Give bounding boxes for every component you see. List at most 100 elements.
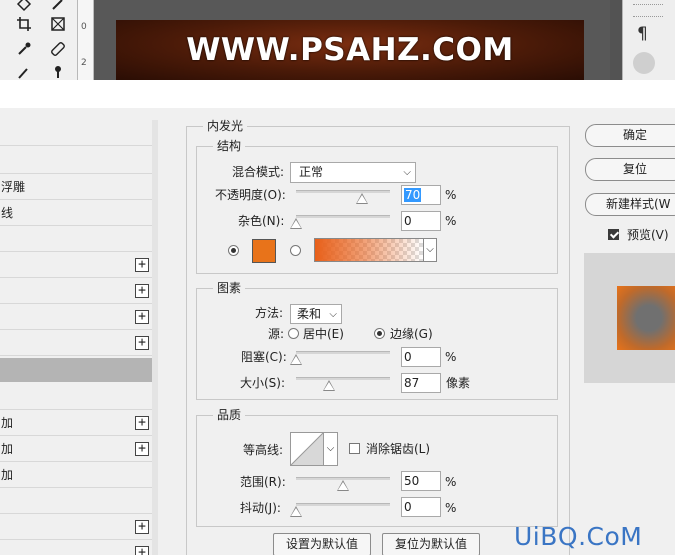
new-style-button[interactable]: 新建样式(W <box>585 193 675 216</box>
source-label: 源: <box>268 327 285 341</box>
style-row[interactable]: 加 <box>0 462 152 488</box>
reset-button[interactable]: 复位 <box>585 158 675 181</box>
paragraph-icon[interactable]: ¶ <box>637 24 648 44</box>
photoshop-workspace: 0 2 WWW.PSAHZ.COM ¶ <box>0 0 675 80</box>
style-label: 线 <box>1 206 14 220</box>
add-icon[interactable]: + <box>135 416 149 430</box>
glow-color-swatch[interactable] <box>252 239 276 263</box>
right-panel: ¶ <box>622 0 675 80</box>
noise-slider-thumb[interactable] <box>290 218 302 229</box>
range-input[interactable]: 50 <box>401 471 441 491</box>
style-row[interactable] <box>0 488 152 514</box>
stamp-icon[interactable] <box>48 62 68 80</box>
chevron-down-icon[interactable]: ⌵ <box>324 432 338 466</box>
range-slider-thumb[interactable] <box>337 480 349 491</box>
source-center-radio[interactable] <box>288 328 299 339</box>
ruler-mark: 0 <box>81 22 87 32</box>
ok-button[interactable]: 确定 <box>585 124 675 147</box>
add-icon[interactable]: + <box>135 546 149 555</box>
panel-tool-icon[interactable] <box>633 52 655 74</box>
document-canvas[interactable]: WWW.PSAHZ.COM <box>94 0 610 80</box>
choke-input[interactable]: 0 <box>401 347 441 367</box>
choke-slider-thumb[interactable] <box>290 354 302 365</box>
add-icon[interactable]: + <box>135 258 149 272</box>
preview-swatch <box>617 286 675 350</box>
style-row[interactable] <box>0 226 152 252</box>
add-icon[interactable]: + <box>135 336 149 350</box>
style-row[interactable] <box>0 148 152 174</box>
separator <box>0 80 675 108</box>
size-slider-thumb[interactable] <box>322 380 335 391</box>
move-icon[interactable] <box>14 0 34 14</box>
source-edge-radio[interactable] <box>374 328 385 339</box>
preview-checkbox[interactable] <box>608 229 619 240</box>
brush-icon[interactable] <box>48 0 68 14</box>
brush-tool-icon[interactable] <box>14 62 34 80</box>
add-icon[interactable]: + <box>135 310 149 324</box>
blend-mode-select[interactable]: 正常 ⌵ <box>290 162 416 183</box>
add-icon[interactable]: + <box>135 442 149 456</box>
gradient-radio[interactable] <box>290 245 301 256</box>
style-row[interactable] <box>0 384 152 410</box>
list-scrollbar[interactable] <box>152 120 158 555</box>
noise-input[interactable]: 0 <box>401 211 441 231</box>
jitter-input[interactable]: 0 <box>401 497 441 517</box>
size-slider-track[interactable] <box>296 377 390 380</box>
size-input[interactable]: 87 <box>401 373 441 393</box>
range-unit: % <box>445 475 457 489</box>
ruler-mark: 2 <box>81 58 87 68</box>
contour-curve-icon <box>290 432 324 466</box>
size-unit: 像素 <box>446 376 471 390</box>
range-label: 范围(R): <box>240 475 286 489</box>
style-label: 加 <box>1 416 14 430</box>
style-row[interactable]: + <box>0 540 152 555</box>
style-row[interactable]: + <box>0 330 152 356</box>
style-row-stroke[interactable]: 线 <box>0 200 152 226</box>
watermark: UiBQ.CoM <box>514 522 643 551</box>
anti-alias-checkbox[interactable] <box>349 443 360 454</box>
crop-icon[interactable] <box>14 14 34 34</box>
style-row[interactable]: + <box>0 278 152 304</box>
jitter-unit: % <box>445 501 457 515</box>
panel-divider <box>633 4 663 5</box>
add-icon[interactable]: + <box>135 284 149 298</box>
style-row-selected[interactable] <box>0 358 152 382</box>
style-row-emboss[interactable]: 浮雕 <box>0 174 152 200</box>
contour-picker[interactable] <box>290 432 324 466</box>
size-label: 大小(S): <box>240 376 286 390</box>
chevron-down-icon[interactable]: ⌵ <box>424 238 437 262</box>
elements-title: 图素 <box>213 281 246 295</box>
jitter-slider-thumb[interactable] <box>290 506 302 517</box>
make-default-button[interactable]: 设置为默认值 <box>273 533 371 555</box>
quality-title: 品质 <box>213 408 246 422</box>
technique-select[interactable]: 柔和 ⌵ <box>290 304 342 324</box>
technique-value: 柔和 <box>297 307 322 321</box>
solid-color-radio[interactable] <box>228 245 239 256</box>
style-row[interactable]: 加 + <box>0 410 152 436</box>
add-icon[interactable]: + <box>135 520 149 534</box>
vertical-ruler: 0 2 <box>78 0 94 80</box>
reset-default-button[interactable]: 复位为默认值 <box>382 533 480 555</box>
healing-icon[interactable] <box>48 39 68 59</box>
style-row[interactable] <box>0 120 152 146</box>
opacity-slider-thumb[interactable] <box>355 193 368 204</box>
frame-icon[interactable] <box>48 14 68 34</box>
style-row[interactable]: + <box>0 514 152 540</box>
style-row[interactable]: + <box>0 304 152 330</box>
opacity-input[interactable]: 70 <box>401 185 441 205</box>
banner-image: WWW.PSAHZ.COM <box>116 20 584 80</box>
gradient-picker[interactable] <box>314 238 424 262</box>
technique-label: 方法: <box>255 306 284 320</box>
jitter-slider-track[interactable] <box>296 503 390 506</box>
structure-title: 结构 <box>213 139 246 153</box>
noise-slider-track[interactable] <box>296 215 390 218</box>
styles-list: 浮雕 线 + + + + 加 + 加 + 加 + + <box>0 120 158 555</box>
chevron-down-icon: ⌵ <box>329 309 337 320</box>
noise-label: 杂色(N): <box>238 214 285 228</box>
style-label: 浮雕 <box>1 180 26 194</box>
choke-slider-track[interactable] <box>296 351 390 354</box>
opacity-slider-track[interactable] <box>296 190 390 193</box>
style-row[interactable]: 加 + <box>0 436 152 462</box>
eyedropper-icon[interactable] <box>14 39 34 59</box>
style-row[interactable]: + <box>0 252 152 278</box>
